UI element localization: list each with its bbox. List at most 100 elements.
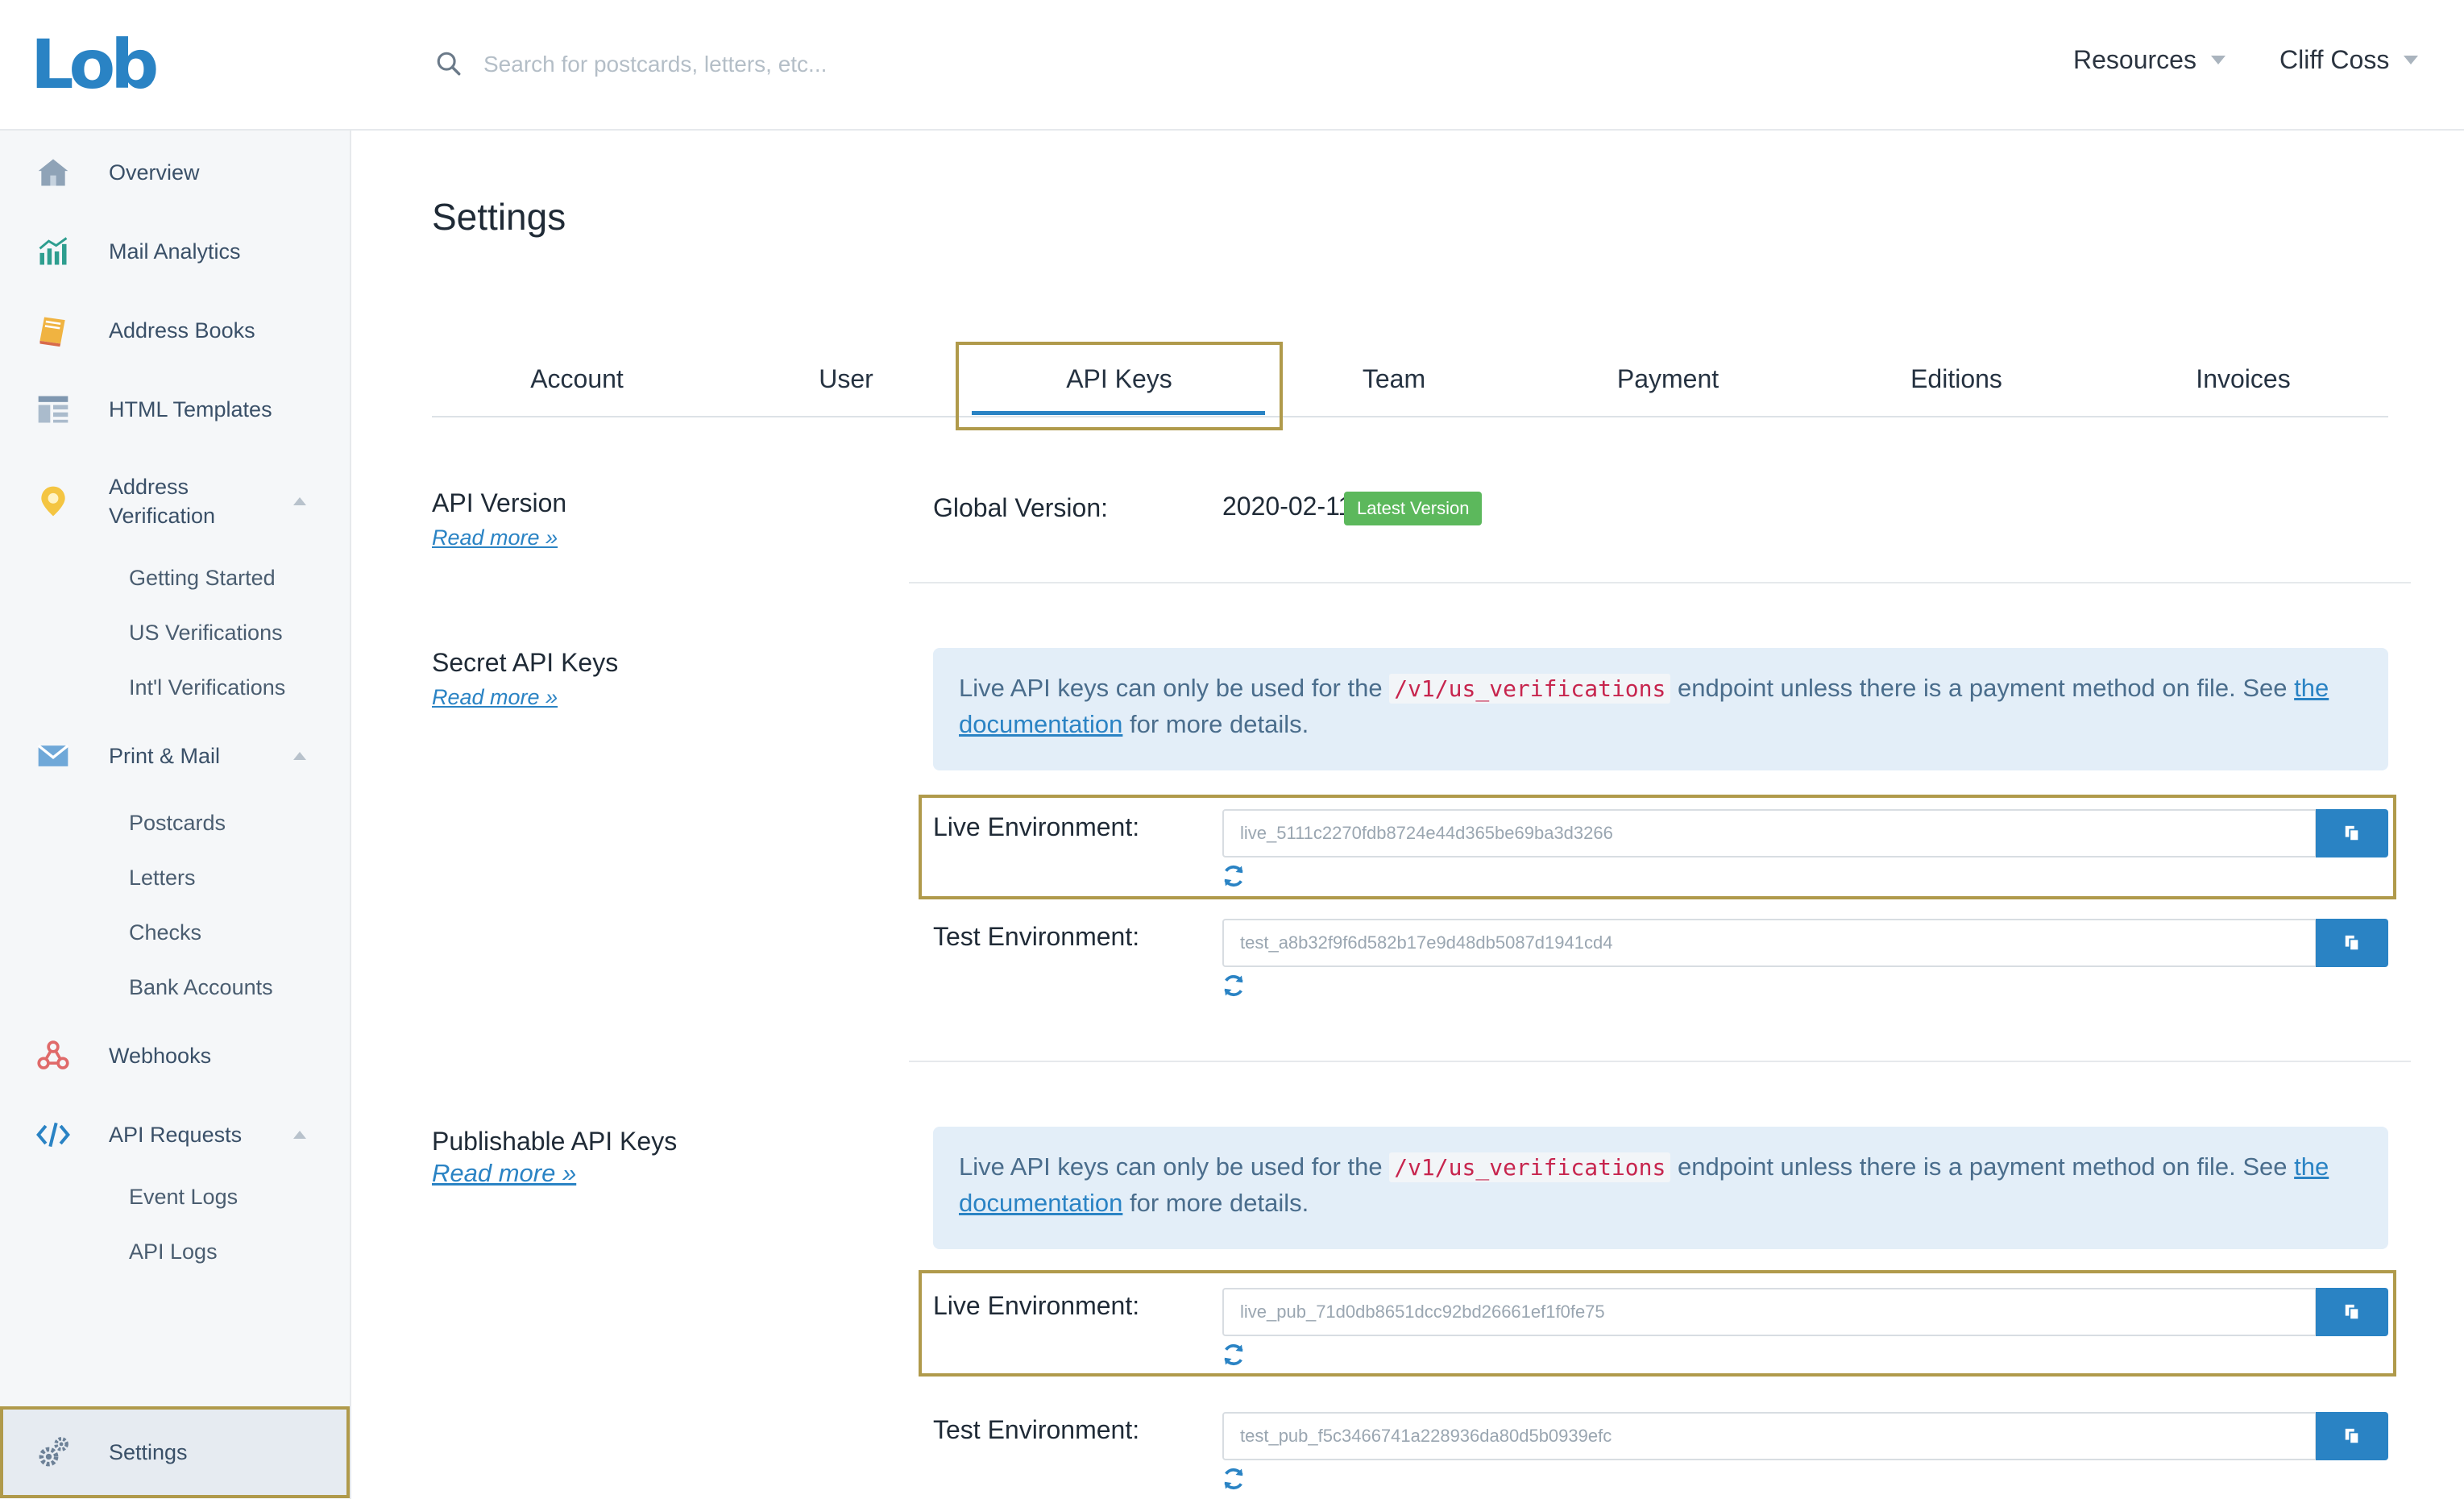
sidebar-subitem-api-logs[interactable]: API Logs — [129, 1239, 218, 1264]
publishable-api-keys-title: Publishable API Keys — [432, 1127, 678, 1156]
active-tab-highlight — [956, 342, 1283, 430]
sidebar-item-overview[interactable]: Overview — [0, 155, 350, 190]
publishable-test-key-field[interactable]: test_pub_f5c3466741a228936da80d5b0939efc — [1222, 1412, 2317, 1460]
sidebar-subitem-checks[interactable]: Checks — [129, 920, 201, 945]
api-version-title: API Version — [432, 488, 567, 517]
tab-user[interactable]: User — [765, 342, 927, 416]
page-title: Settings — [432, 196, 566, 238]
copy-icon — [2345, 1304, 2360, 1321]
copy-icon — [2345, 935, 2360, 952]
code-icon — [36, 1122, 70, 1148]
location-pin-icon — [41, 486, 65, 517]
sidebar-item-label: Address Verification — [109, 475, 216, 528]
tab-invoices[interactable]: Invoices — [2163, 342, 2324, 416]
notice-text: endpoint unless there is a payment metho… — [1670, 674, 2295, 702]
template-icon — [38, 396, 68, 423]
search-input[interactable] — [482, 44, 1049, 85]
notice-text: endpoint unless there is a payment metho… — [1670, 1152, 2295, 1181]
global-version-label: Global Version: — [933, 493, 1109, 522]
chevron-up-icon[interactable] — [293, 752, 306, 760]
notice-text: for more details. — [1122, 1189, 1309, 1217]
gear-icon — [39, 1437, 68, 1467]
sidebar-item-html-templates[interactable]: HTML Templates — [0, 392, 350, 427]
secret-keys-read-more-link[interactable]: Read more » — [432, 685, 558, 710]
resources-menu[interactable]: Resources — [2073, 45, 2225, 75]
sidebar-subitem-bank-accounts[interactable]: Bank Accounts — [129, 975, 273, 1000]
global-version-value: 2020-02-11 — [1222, 492, 1353, 521]
notice-text: Live API keys can only be used for the — [959, 674, 1390, 702]
settings-tabs: Account User API Keys Team Payment Editi… — [432, 342, 2388, 417]
book-icon — [39, 317, 65, 347]
secret-keys-notice: Live API keys can only be used for the /… — [933, 648, 2388, 770]
chevron-down-icon — [2404, 56, 2419, 64]
refresh-secret-test-key-icon[interactable] — [1222, 974, 1246, 998]
copy-icon — [2345, 1428, 2360, 1445]
tab-account[interactable]: Account — [496, 342, 657, 416]
copy-secret-test-key-button[interactable] — [2316, 919, 2388, 967]
copy-publishable-live-key-button[interactable] — [2316, 1288, 2388, 1336]
sidebar-item-label: API Requests — [109, 1123, 243, 1147]
top-bar: Lob Resources Cliff Coss — [0, 0, 2464, 131]
sidebar-item-label: HTML Templates — [109, 397, 272, 421]
section-divider — [909, 582, 2411, 583]
chevron-down-icon — [2210, 56, 2225, 64]
sidebar-item-address-verification[interactable]: Address Verification — [0, 469, 350, 534]
sidebar-item-label: Webhooks — [109, 1044, 212, 1068]
home-icon — [38, 159, 68, 186]
bar-chart-icon — [39, 237, 68, 265]
publishable-keys-read-more-link[interactable]: Read more » — [432, 1159, 576, 1188]
user-menu[interactable]: Cliff Coss — [2279, 45, 2419, 75]
notice-text: Live API keys can only be used for the — [959, 1152, 1390, 1181]
publishable-live-env-label: Live Environment: — [933, 1291, 1140, 1320]
sidebar-subitem-letters[interactable]: Letters — [129, 866, 196, 891]
sidebar-subitem-intl-verifications[interactable]: Int'l Verifications — [129, 675, 285, 700]
api-version-read-more-link[interactable]: Read more » — [432, 525, 558, 550]
webhook-icon — [37, 1040, 69, 1069]
sidebar-item-mail-analytics[interactable]: Mail Analytics — [0, 234, 350, 269]
notice-text: for more details. — [1122, 710, 1309, 738]
secret-live-key-field[interactable]: live_5111c2270fdb8724e44d365be69ba3d3266 — [1222, 809, 2317, 857]
section-divider — [909, 1061, 2411, 1062]
endpoint-code: /v1/us_verifications — [1389, 674, 1671, 704]
tab-team[interactable]: Team — [1313, 342, 1475, 416]
active-tab-underline — [972, 411, 1265, 415]
latest-version-badge: Latest Version — [1344, 492, 1483, 525]
copy-secret-live-key-button[interactable] — [2316, 809, 2388, 857]
sidebar-subitem-us-verifications[interactable]: US Verifications — [129, 621, 283, 646]
user-name: Cliff Coss — [2279, 45, 2390, 74]
lob-logo[interactable]: Lob — [31, 31, 159, 98]
copy-publishable-test-key-button[interactable] — [2316, 1412, 2388, 1460]
secret-test-key-field[interactable]: test_a8b32f9f6d582b17e9d48db5087d1941cd4 — [1222, 919, 2317, 967]
refresh-publishable-test-key-icon[interactable] — [1222, 1467, 1246, 1491]
sidebar-item-webhooks[interactable]: Webhooks — [0, 1038, 350, 1073]
sidebar-item-address-books[interactable]: Address Books — [0, 313, 350, 348]
sidebar-item-label: Address Books — [109, 318, 255, 343]
secret-test-env-label: Test Environment: — [933, 922, 1140, 951]
sidebar-item-label: Print & Mail — [109, 744, 221, 768]
publishable-test-env-label: Test Environment: — [933, 1415, 1140, 1444]
sidebar-item-label: Overview — [109, 160, 200, 185]
search-icon — [437, 52, 461, 76]
endpoint-code: /v1/us_verifications — [1389, 1152, 1671, 1182]
tab-payment[interactable]: Payment — [1587, 342, 1748, 416]
refresh-publishable-live-key-icon[interactable] — [1222, 1343, 1246, 1367]
publishable-keys-notice: Live API keys can only be used for the /… — [933, 1127, 2388, 1249]
sidebar-item-settings[interactable]: Settings — [0, 1435, 350, 1470]
chevron-up-icon[interactable] — [293, 1131, 306, 1139]
chevron-up-icon[interactable] — [293, 497, 306, 505]
sidebar-subitem-getting-started[interactable]: Getting Started — [129, 566, 276, 591]
copy-icon — [2345, 825, 2360, 842]
resources-label: Resources — [2073, 45, 2196, 74]
sidebar-item-label: Mail Analytics — [109, 239, 241, 264]
secret-api-keys-title: Secret API Keys — [432, 648, 619, 677]
secret-live-env-label: Live Environment: — [933, 812, 1140, 841]
sidebar-item-api-requests[interactable]: API Requests — [0, 1117, 350, 1152]
tab-editions[interactable]: Editions — [1876, 342, 2037, 416]
refresh-secret-live-key-icon[interactable] — [1222, 864, 1246, 888]
publishable-live-key-field[interactable]: live_pub_71d0db8651dcc92bd26661ef1f0fe75 — [1222, 1288, 2317, 1336]
sidebar-item-label: Settings — [109, 1440, 188, 1464]
sidebar: Overview Mail Analytics Address Books HT… — [0, 131, 351, 1499]
sidebar-subitem-postcards[interactable]: Postcards — [129, 811, 226, 836]
sidebar-item-print-mail[interactable]: Print & Mail — [0, 738, 350, 774]
sidebar-subitem-event-logs[interactable]: Event Logs — [129, 1185, 238, 1210]
